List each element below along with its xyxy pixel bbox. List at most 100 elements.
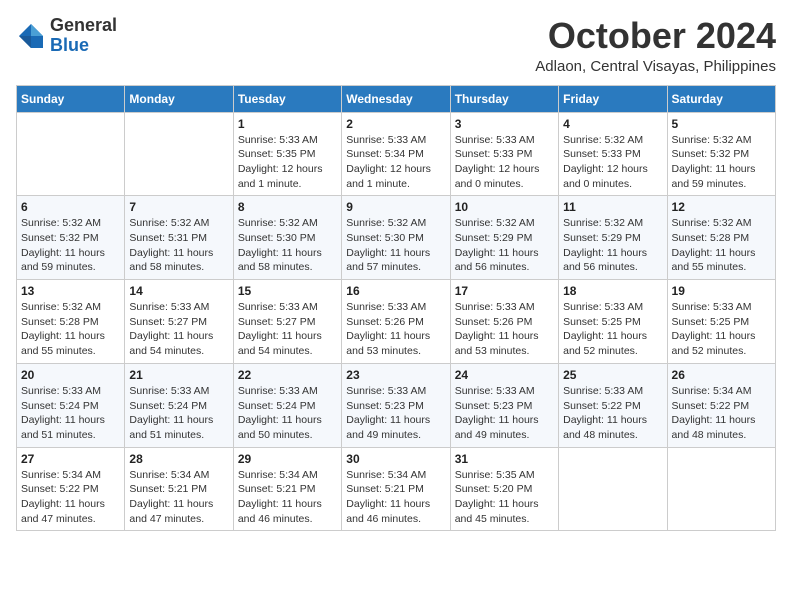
day-info: Sunrise: 5:33 AMSunset: 5:25 PMDaylight:… xyxy=(563,300,662,359)
calendar-week-row: 1 Sunrise: 5:33 AMSunset: 5:35 PMDaylight… xyxy=(17,112,776,196)
day-info: Sunrise: 5:33 AMSunset: 5:27 PMDaylight:… xyxy=(238,300,337,359)
day-number: 28 xyxy=(129,452,228,466)
day-number: 22 xyxy=(238,368,337,382)
weekday-header-row: SundayMondayTuesdayWednesdayThursdayFrid… xyxy=(17,85,776,112)
calendar-day-12: 12 Sunrise: 5:32 AMSunset: 5:28 PMDayligh… xyxy=(667,196,775,280)
day-number: 16 xyxy=(346,284,445,298)
calendar-day-25: 25Sunrise: 5:33 AMSunset: 5:22 PMDayligh… xyxy=(559,363,667,447)
day-info: Sunrise: 5:32 AMSunset: 5:33 PMDaylight:… xyxy=(563,133,662,192)
logo-blue: Blue xyxy=(50,36,117,56)
day-number: 6 xyxy=(21,200,120,214)
weekday-header-thursday: Thursday xyxy=(450,85,558,112)
weekday-header-monday: Monday xyxy=(125,85,233,112)
calendar-week-row: 27 Sunrise: 5:34 AMSunset: 5:22 PMDayligh… xyxy=(17,447,776,531)
day-number: 31 xyxy=(455,452,554,466)
logo-general: General xyxy=(50,16,117,36)
calendar-day-4: 4 Sunrise: 5:32 AMSunset: 5:33 PMDaylight… xyxy=(559,112,667,196)
calendar-empty-cell xyxy=(17,112,125,196)
weekday-header-sunday: Sunday xyxy=(17,85,125,112)
day-number: 1 xyxy=(238,117,337,131)
day-info: Sunrise: 5:33 AMSunset: 5:23 PMDaylight:… xyxy=(455,384,554,443)
calendar-day-26: 26 Sunrise: 5:34 AMSunset: 5:22 PMDayligh… xyxy=(667,363,775,447)
logo-text: General Blue xyxy=(50,16,117,56)
calendar-week-row: 6Sunrise: 5:32 AMSunset: 5:32 PMDaylight… xyxy=(17,196,776,280)
calendar-day-14: 14 Sunrise: 5:33 AMSunset: 5:27 PMDayligh… xyxy=(125,280,233,364)
day-info: Sunrise: 5:33 AMSunset: 5:26 PMDaylight:… xyxy=(455,300,554,359)
day-info: Sunrise: 5:34 AMSunset: 5:22 PMDaylight:… xyxy=(21,468,120,527)
day-number: 10 xyxy=(455,200,554,214)
calendar-day-23: 23 Sunrise: 5:33 AMSunset: 5:23 PMDayligh… xyxy=(342,363,450,447)
calendar-day-6: 6Sunrise: 5:32 AMSunset: 5:32 PMDaylight… xyxy=(17,196,125,280)
calendar-week-row: 13Sunrise: 5:32 AMSunset: 5:28 PMDayligh… xyxy=(17,280,776,364)
day-info: Sunrise: 5:32 AMSunset: 5:29 PMDaylight:… xyxy=(455,216,554,275)
day-number: 2 xyxy=(346,117,445,131)
calendar-table: SundayMondayTuesdayWednesdayThursdayFrid… xyxy=(16,85,776,532)
day-number: 3 xyxy=(455,117,554,131)
day-info: Sunrise: 5:33 AMSunset: 5:26 PMDaylight:… xyxy=(346,300,445,359)
calendar-day-1: 1 Sunrise: 5:33 AMSunset: 5:35 PMDaylight… xyxy=(233,112,341,196)
day-number: 5 xyxy=(672,117,771,131)
calendar-day-20: 20 Sunrise: 5:33 AMSunset: 5:24 PMDayligh… xyxy=(17,363,125,447)
calendar-day-13: 13Sunrise: 5:32 AMSunset: 5:28 PMDayligh… xyxy=(17,280,125,364)
day-info: Sunrise: 5:34 AMSunset: 5:21 PMDaylight:… xyxy=(238,468,337,527)
calendar-day-21: 21 Sunrise: 5:33 AMSunset: 5:24 PMDayligh… xyxy=(125,363,233,447)
calendar-day-8: 8 Sunrise: 5:32 AMSunset: 5:30 PMDaylight… xyxy=(233,196,341,280)
calendar-week-row: 20 Sunrise: 5:33 AMSunset: 5:24 PMDayligh… xyxy=(17,363,776,447)
calendar-day-3: 3 Sunrise: 5:33 AMSunset: 5:33 PMDaylight… xyxy=(450,112,558,196)
day-info: Sunrise: 5:33 AMSunset: 5:34 PMDaylight:… xyxy=(346,133,445,192)
calendar-day-30: 30 Sunrise: 5:34 AMSunset: 5:21 PMDayligh… xyxy=(342,447,450,531)
day-number: 7 xyxy=(129,200,228,214)
page-header: General Blue October 2024 Adlaon, Centra… xyxy=(16,16,776,75)
day-info: Sunrise: 5:33 AMSunset: 5:33 PMDaylight:… xyxy=(455,133,554,192)
day-number: 23 xyxy=(346,368,445,382)
logo: General Blue xyxy=(16,16,117,56)
day-number: 19 xyxy=(672,284,771,298)
calendar-day-16: 16 Sunrise: 5:33 AMSunset: 5:26 PMDayligh… xyxy=(342,280,450,364)
day-number: 8 xyxy=(238,200,337,214)
calendar-day-18: 18 Sunrise: 5:33 AMSunset: 5:25 PMDayligh… xyxy=(559,280,667,364)
day-number: 21 xyxy=(129,368,228,382)
day-info: Sunrise: 5:32 AMSunset: 5:29 PMDaylight:… xyxy=(563,216,662,275)
day-info: Sunrise: 5:33 AMSunset: 5:24 PMDaylight:… xyxy=(129,384,228,443)
calendar-day-9: 9 Sunrise: 5:32 AMSunset: 5:30 PMDaylight… xyxy=(342,196,450,280)
day-number: 14 xyxy=(129,284,228,298)
day-info: Sunrise: 5:32 AMSunset: 5:30 PMDaylight:… xyxy=(238,216,337,275)
weekday-header-tuesday: Tuesday xyxy=(233,85,341,112)
calendar-empty-cell xyxy=(559,447,667,531)
calendar-day-7: 7Sunrise: 5:32 AMSunset: 5:31 PMDaylight… xyxy=(125,196,233,280)
day-info: Sunrise: 5:32 AMSunset: 5:32 PMDaylight:… xyxy=(672,133,771,192)
calendar-day-22: 22Sunrise: 5:33 AMSunset: 5:24 PMDayligh… xyxy=(233,363,341,447)
calendar-day-17: 17Sunrise: 5:33 AMSunset: 5:26 PMDayligh… xyxy=(450,280,558,364)
calendar-empty-cell xyxy=(667,447,775,531)
logo-icon xyxy=(16,21,46,51)
day-info: Sunrise: 5:32 AMSunset: 5:28 PMDaylight:… xyxy=(672,216,771,275)
day-info: Sunrise: 5:33 AMSunset: 5:24 PMDaylight:… xyxy=(21,384,120,443)
day-number: 30 xyxy=(346,452,445,466)
calendar-empty-cell xyxy=(125,112,233,196)
day-number: 26 xyxy=(672,368,771,382)
day-info: Sunrise: 5:33 AMSunset: 5:25 PMDaylight:… xyxy=(672,300,771,359)
day-number: 15 xyxy=(238,284,337,298)
day-number: 4 xyxy=(563,117,662,131)
day-number: 12 xyxy=(672,200,771,214)
calendar-day-11: 11 Sunrise: 5:32 AMSunset: 5:29 PMDayligh… xyxy=(559,196,667,280)
day-info: Sunrise: 5:34 AMSunset: 5:22 PMDaylight:… xyxy=(672,384,771,443)
day-number: 27 xyxy=(21,452,120,466)
calendar-day-19: 19 Sunrise: 5:33 AMSunset: 5:25 PMDayligh… xyxy=(667,280,775,364)
day-number: 20 xyxy=(21,368,120,382)
weekday-header-friday: Friday xyxy=(559,85,667,112)
day-info: Sunrise: 5:33 AMSunset: 5:27 PMDaylight:… xyxy=(129,300,228,359)
day-number: 13 xyxy=(21,284,120,298)
day-number: 9 xyxy=(346,200,445,214)
day-number: 29 xyxy=(238,452,337,466)
calendar-day-28: 28Sunrise: 5:34 AMSunset: 5:21 PMDayligh… xyxy=(125,447,233,531)
calendar-day-31: 31Sunrise: 5:35 AMSunset: 5:20 PMDayligh… xyxy=(450,447,558,531)
day-info: Sunrise: 5:32 AMSunset: 5:30 PMDaylight:… xyxy=(346,216,445,275)
day-number: 18 xyxy=(563,284,662,298)
day-info: Sunrise: 5:33 AMSunset: 5:35 PMDaylight:… xyxy=(238,133,337,192)
month-title: October 2024 xyxy=(535,16,776,56)
title-block: October 2024 Adlaon, Central Visayas, Ph… xyxy=(535,16,776,75)
day-info: Sunrise: 5:34 AMSunset: 5:21 PMDaylight:… xyxy=(346,468,445,527)
day-number: 11 xyxy=(563,200,662,214)
day-info: Sunrise: 5:33 AMSunset: 5:23 PMDaylight:… xyxy=(346,384,445,443)
